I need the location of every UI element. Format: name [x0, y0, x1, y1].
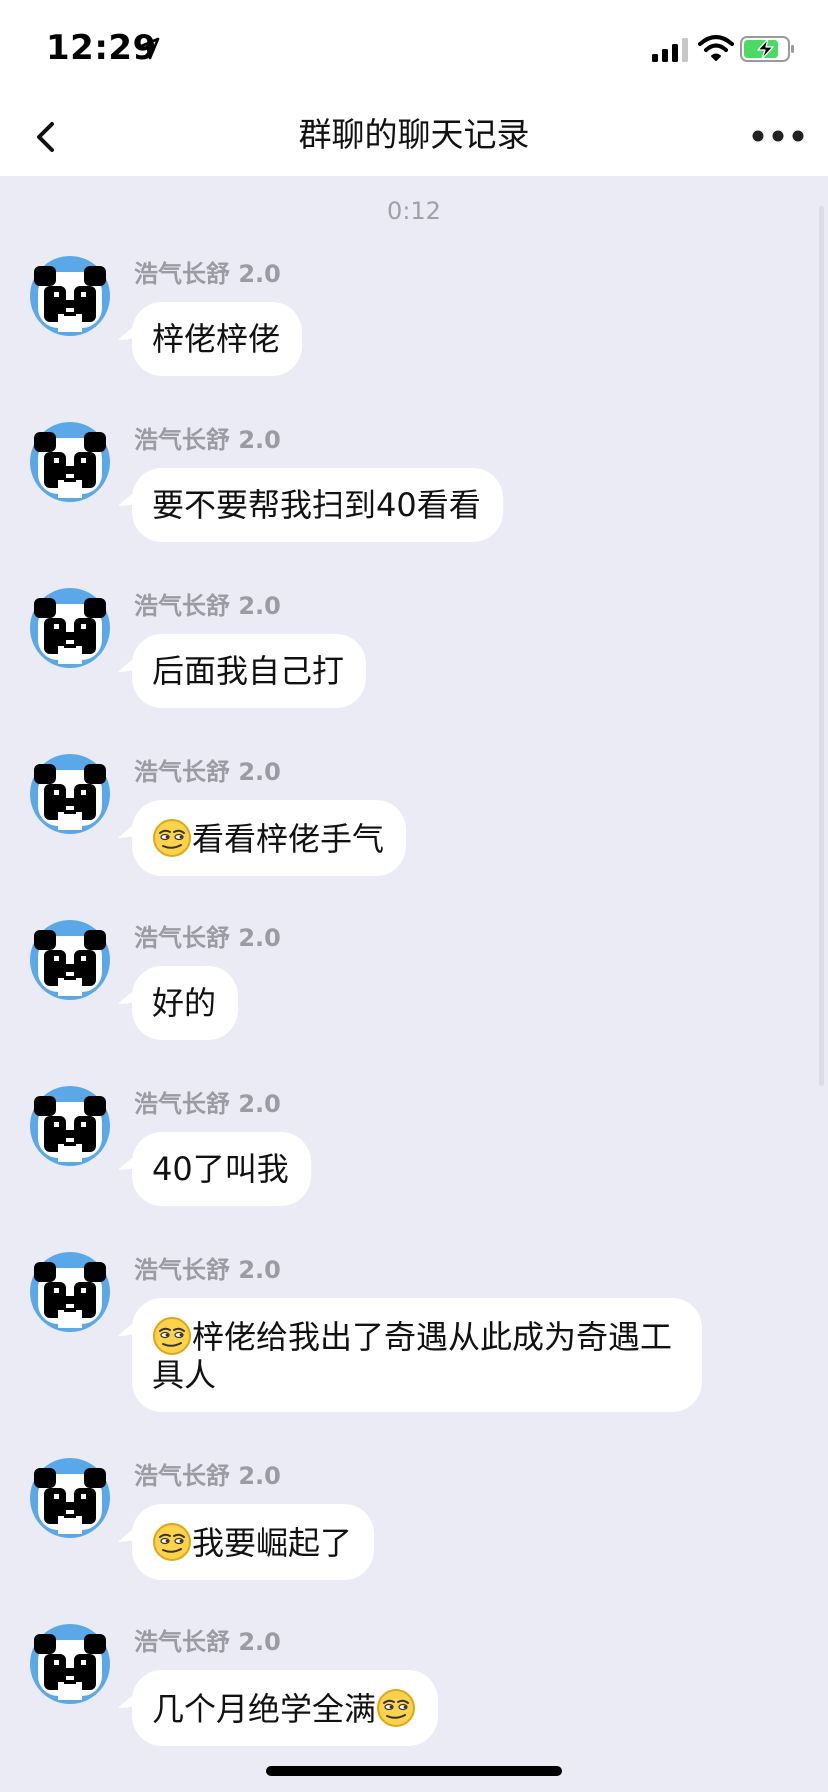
message-text: 好的 [152, 984, 217, 1022]
sender-name: 浩气长舒 2.0 [134, 260, 281, 288]
message-bubble[interactable]: 40了叫我 [118, 1132, 311, 1206]
message-text: 梓佬梓佬 [152, 320, 281, 358]
message-bubble[interactable]: 看看梓佬手气 [118, 800, 407, 876]
message-text: 后面我自己打 [152, 652, 345, 690]
smirk-emoji-icon [152, 1316, 192, 1356]
sender-name: 浩气长舒 2.0 [134, 924, 281, 952]
message-text: 几个月绝学全满 [152, 1690, 377, 1728]
timestamp: 0:12 [387, 197, 441, 225]
bubble-tail [118, 324, 138, 340]
bubble-tail [118, 988, 138, 1004]
bubble-tail [118, 1154, 138, 1170]
sender-name: 浩气长舒 2.0 [134, 758, 281, 786]
message-text: 看看梓佬手气 [192, 820, 385, 858]
home-indicator [266, 1766, 562, 1776]
message-bubble[interactable]: 好的 [118, 966, 239, 1040]
bubble-tail [118, 656, 138, 672]
message-bubble[interactable]: 梓佬梓佬 [118, 302, 303, 376]
message-text: 40了叫我 [152, 1150, 289, 1188]
avatar[interactable] [30, 1458, 110, 1538]
wifi-icon [698, 35, 734, 61]
bubble-tail [118, 822, 138, 838]
chat-history[interactable]: 0:12 [0, 176, 828, 1792]
sender-name: 浩气长舒 2.0 [134, 1628, 281, 1656]
sender-name: 浩气长舒 2.0 [134, 592, 281, 620]
location-arrow-icon [137, 37, 160, 60]
message-bubble[interactable]: 我要崛起了 [118, 1504, 375, 1580]
smirk-emoji-icon [152, 818, 192, 858]
avatar[interactable] [30, 920, 110, 1000]
message-text: 梓佬给我出了奇遇从此成为奇遇工具人 [152, 1318, 673, 1394]
signal-icon [652, 38, 688, 62]
sender-name: 浩气长舒 2.0 [134, 1462, 281, 1490]
bubble-tail [118, 1526, 138, 1542]
scrollbar[interactable] [819, 206, 824, 1086]
message-text: 要不要帮我扫到40看看 [152, 486, 481, 524]
more-dots-icon[interactable] [748, 118, 808, 154]
smirk-emoji-icon [152, 1522, 192, 1562]
avatar[interactable] [30, 1252, 110, 1332]
message-text: 我要崛起了 [192, 1524, 353, 1562]
page-title: 群聊的聊天记录 [298, 115, 530, 154]
avatar[interactable] [30, 1624, 110, 1704]
message-bubble[interactable]: 后面我自己打 [118, 634, 367, 708]
bubble-tail [118, 1320, 138, 1336]
sender-name: 浩气长舒 2.0 [134, 1090, 281, 1118]
message-bubble[interactable]: 梓佬给我出了奇遇从此成为奇遇工具人 [118, 1298, 702, 1412]
avatar[interactable] [30, 422, 110, 502]
avatar[interactable] [30, 256, 110, 336]
bubble-tail [118, 1692, 138, 1708]
status-bar: 12:29 [0, 0, 828, 98]
nav-bar: 群聊的聊天记录 [0, 98, 828, 176]
message-bubble[interactable]: 要不要帮我扫到40看看 [118, 468, 503, 542]
avatar[interactable] [30, 588, 110, 668]
avatar[interactable] [30, 1086, 110, 1166]
bubble-tail [118, 490, 138, 506]
sender-name: 浩气长舒 2.0 [134, 1256, 281, 1284]
smirk-emoji-icon [376, 1688, 416, 1728]
avatar[interactable] [30, 754, 110, 834]
sender-name: 浩气长舒 2.0 [134, 426, 281, 454]
battery-charging-icon [740, 36, 794, 62]
message-bubble[interactable]: 几个月绝学全满 [118, 1670, 439, 1746]
